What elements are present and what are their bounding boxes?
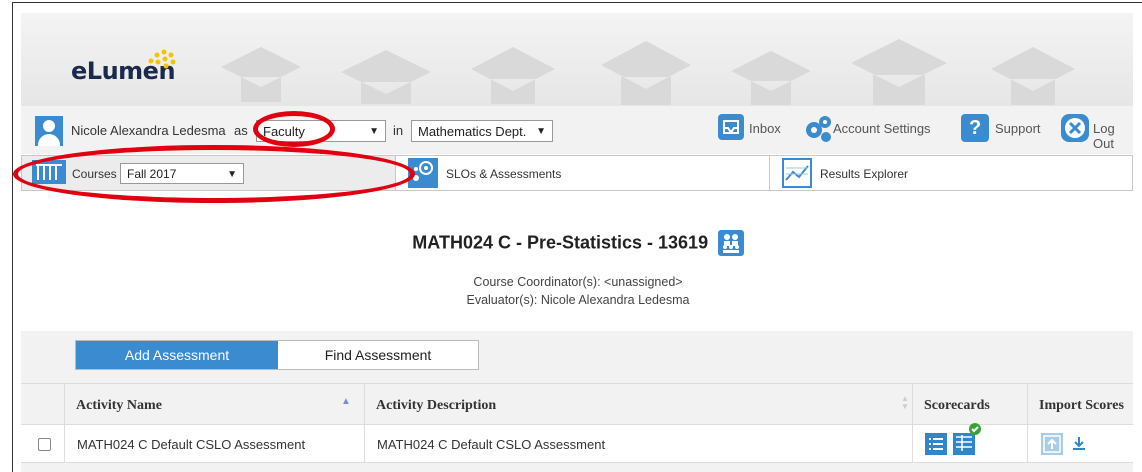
upload-icon[interactable] bbox=[1041, 433, 1063, 455]
activity-description-cell: MATH024 C Default CSLO Assessment bbox=[377, 437, 606, 452]
slos-assessments-label: SLOs & Assessments bbox=[446, 167, 562, 181]
tab-results-explorer[interactable]: Results Explorer bbox=[770, 156, 1132, 190]
list-icon[interactable] bbox=[925, 433, 947, 455]
chart-icon bbox=[782, 158, 812, 188]
user-avatar-icon bbox=[35, 116, 63, 146]
column-header-activity-description[interactable]: Activity Description bbox=[376, 398, 496, 414]
in-label: in bbox=[393, 123, 404, 138]
as-label: as bbox=[234, 123, 248, 138]
header-banner: eLumen bbox=[21, 13, 1133, 106]
chevron-down-icon: ▼ bbox=[369, 126, 379, 137]
course-title: MATH024 C - Pre-Statistics - 13619 bbox=[412, 232, 709, 253]
results-explorer-label: Results Explorer bbox=[820, 167, 909, 181]
table-check-icon[interactable] bbox=[953, 423, 981, 455]
chevron-down-icon: ▼ bbox=[536, 126, 546, 137]
graduation-caps-decoration bbox=[221, 39, 1075, 105]
course-title-row: MATH024 C - Pre-Statistics - 13619 bbox=[13, 230, 1142, 258]
column-divider bbox=[64, 383, 65, 463]
column-divider bbox=[364, 383, 365, 463]
logo-dots-icon bbox=[148, 49, 176, 69]
user-name: Nicole Alexandra Ledesma bbox=[71, 123, 226, 138]
question-icon[interactable]: ? bbox=[961, 114, 989, 142]
row-checkbox[interactable] bbox=[38, 438, 51, 451]
table-bottom-border bbox=[21, 462, 1133, 463]
inbox-link[interactable]: Inbox bbox=[749, 121, 781, 136]
download-icon[interactable] bbox=[1071, 435, 1087, 453]
highlight-ring-role bbox=[253, 111, 335, 147]
column-divider bbox=[1027, 383, 1028, 463]
add-assessment-button[interactable]: Add Assessment bbox=[76, 341, 278, 369]
sort-asc-icon[interactable]: ▲ bbox=[341, 396, 351, 407]
activity-name-cell[interactable]: MATH024 C Default CSLO Assessment bbox=[77, 437, 305, 452]
column-header-activity-name[interactable]: Activity Name bbox=[76, 398, 162, 414]
assessment-button-group: Add Assessment Find Assessment bbox=[75, 340, 479, 370]
course-evaluator: Evaluator(s): Nicole Alexandra Ledesma bbox=[466, 293, 690, 307]
close-icon[interactable] bbox=[1061, 114, 1089, 142]
app-frame: eLumen Nicole Alexandra Ledesma as Facul… bbox=[12, 2, 1142, 472]
column-divider bbox=[912, 383, 913, 463]
inbox-icon[interactable] bbox=[718, 114, 744, 140]
column-header-import-scores: Import Scores bbox=[1039, 398, 1124, 413]
log-out-link[interactable]: Log Out bbox=[1093, 121, 1133, 151]
tab-slos-assessments[interactable]: SLOs & Assessments bbox=[396, 156, 770, 190]
find-assessment-button[interactable]: Find Assessment bbox=[278, 341, 478, 369]
table-row: MATH024 C Default CSLO Assessment MATH02… bbox=[21, 423, 1133, 463]
department-select[interactable]: Mathematics Dept. ▼ bbox=[411, 120, 553, 142]
elumen-logo[interactable]: eLumen bbox=[71, 49, 176, 85]
highlight-ring-courses bbox=[13, 145, 415, 203]
sort-both-icon[interactable]: ▲ ▼ bbox=[901, 395, 909, 411]
support-link[interactable]: Support bbox=[995, 121, 1041, 136]
course-coordinator: Course Coordinator(s): <unassigned> bbox=[473, 275, 683, 289]
gears-icon[interactable] bbox=[803, 114, 831, 142]
account-settings-link[interactable]: Account Settings bbox=[833, 121, 931, 136]
column-header-scorecards: Scorecards bbox=[924, 398, 990, 413]
people-icon[interactable] bbox=[717, 230, 744, 256]
table-header: Activity Name ▲ Activity Description ▲ ▼ … bbox=[21, 383, 1133, 425]
